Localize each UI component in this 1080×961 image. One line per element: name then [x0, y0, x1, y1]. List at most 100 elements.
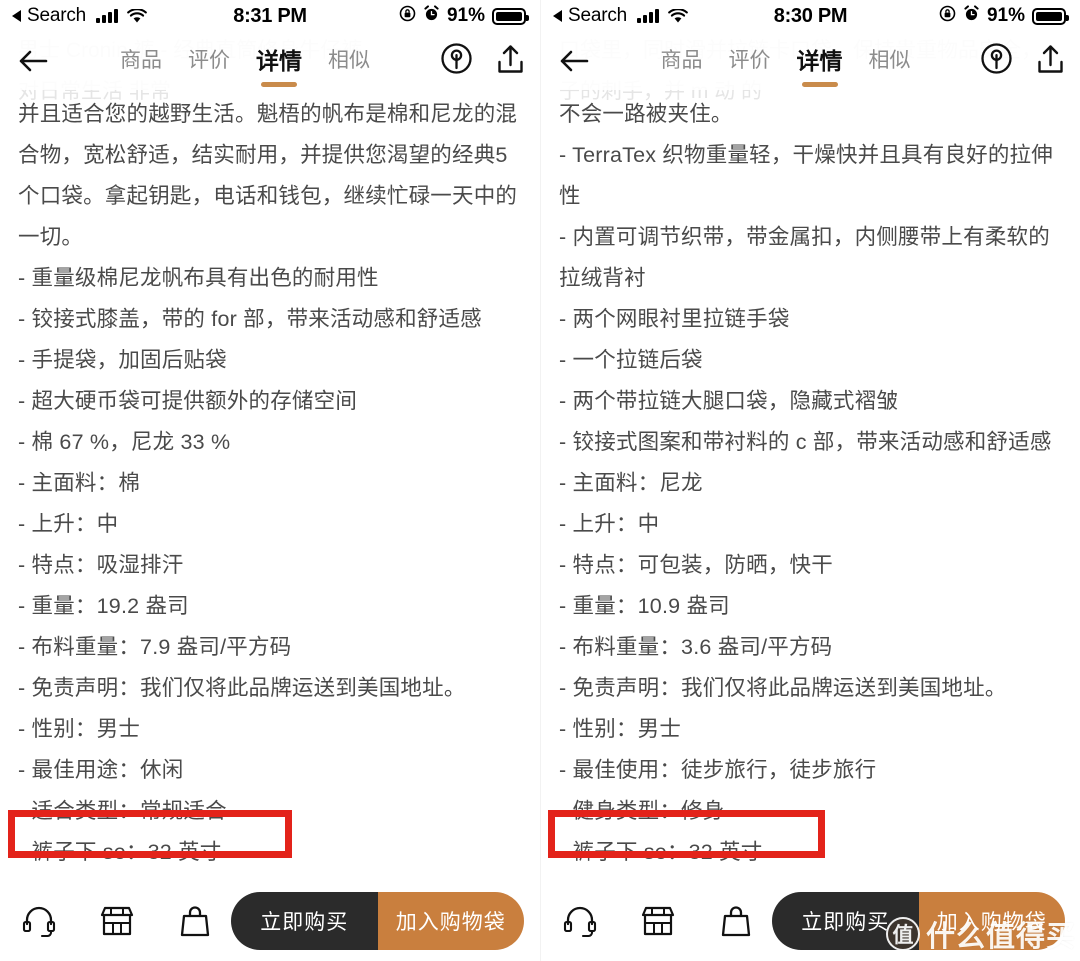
spec-line: - 主面料：棉 [18, 471, 141, 495]
carrier-label: Search [27, 5, 87, 26]
back-arrow-icon [560, 50, 589, 72]
tab-similar[interactable]: 相似 [869, 44, 911, 78]
spec-line: - 棉 67 %，尼龙 33 % [18, 430, 231, 454]
tab-reviews[interactable]: 评价 [729, 44, 771, 78]
description-paragraph: 并且适合您的越野生活。魁梧的帆布是棉和尼龙的混合物，宽松舒适，结实耐用，并提供您… [18, 102, 518, 249]
spec-line: - 主面料：尼龙 [559, 471, 703, 495]
tab-label: 相似 [328, 49, 370, 72]
broadcast-icon[interactable] [440, 42, 473, 80]
status-bar-left: Search [12, 5, 147, 27]
alarm-clock-icon [423, 4, 440, 28]
tab-label: 商品 [120, 49, 162, 72]
tab-details[interactable]: 详情 [796, 42, 843, 87]
tab-bar: 商品 评价 详情 相似 [58, 42, 432, 87]
battery-icon [492, 7, 529, 25]
spec-line: - 上升：中 [559, 512, 660, 536]
status-bar: Search 8:30 PM 91% [541, 0, 1080, 32]
dual-screenshot-container: Search 8:31 PM 91% 商品 评价 详情 相似 对日常生活 非常 … [0, 0, 1080, 961]
broadcast-icon[interactable] [980, 42, 1013, 80]
active-tab-underline [801, 82, 838, 87]
tab-label: 评价 [728, 49, 771, 72]
bottom-action-bar: 立即购买 加入购物袋 [541, 880, 1080, 961]
spec-line: - 裤子下 se：32 英寸 [18, 840, 222, 864]
spec-line: - 两个带拉链大腿口袋，隐藏式褶皱 [559, 389, 899, 413]
tab-reviews[interactable]: 评价 [188, 44, 230, 78]
battery-percent-label: 91% [446, 5, 485, 26]
nav-right-icons [440, 42, 526, 80]
spec-line: - 内置可调节织带，带金属扣，内侧腰带上有柔软的拉绒背衬 [559, 225, 1050, 290]
headset-support-icon[interactable] [561, 902, 599, 940]
rotation-lock-icon [939, 5, 956, 28]
highlighted-spec-fit-type: - 适合类型：常规适合 [18, 799, 227, 823]
bottom-bar-icons [20, 902, 214, 940]
tab-details[interactable]: 详情 [256, 42, 302, 87]
purchase-button-group: 立即购买 加入购物袋 [772, 891, 1065, 950]
spec-line: - 重量：10.9 盎司 [559, 594, 730, 618]
tab-label: 评价 [188, 49, 230, 72]
spec-line: - 上升：中 [18, 512, 119, 536]
spec-line: - 特点：可包装，防晒，快干 [559, 553, 833, 577]
left-phone-screen: Search 8:31 PM 91% 商品 评价 详情 相似 对日常生活 非常 … [0, 0, 540, 961]
spec-line: - 布料重量：3.6 盎司/平方码 [559, 635, 833, 659]
back-triangle-icon [12, 10, 21, 22]
nav-bar: 商品 评价 详情 相似 [0, 32, 540, 90]
cellular-signal-icon [637, 9, 660, 23]
bottom-bar-icons [561, 902, 755, 940]
right-phone-screen: Search 8:30 PM 91% 商品 评价 详情 相似 子的刺手，并 m … [540, 0, 1080, 961]
product-details-content: 不会一路被夹住。 - TerraTex 织物重量轻，干燥快并且具有良好的拉伸性 … [541, 90, 1080, 873]
tab-similar[interactable]: 相似 [328, 44, 370, 78]
status-bar-left: Search [553, 5, 688, 27]
add-to-cart-button[interactable]: 加入购物袋 [377, 891, 524, 950]
spec-line: - 超大硬币袋可提供额外的存储空间 [18, 389, 358, 413]
highlighted-spec-fitness-type: - 健身类型：修身 [559, 799, 725, 823]
tab-bar: 商品 评价 详情 相似 [599, 42, 972, 87]
spec-line: - 特点：吸湿排汗 [18, 553, 184, 577]
spec-line: - 裤子下 se：32 英寸 [559, 840, 763, 864]
rotation-lock-icon [399, 5, 416, 28]
shopping-bag-icon[interactable] [717, 902, 755, 940]
nav-right-icons [980, 42, 1066, 80]
store-icon[interactable] [639, 902, 677, 940]
buy-now-button[interactable]: 立即购买 [231, 891, 378, 950]
spec-line: - 两个网眼衬里拉链手袋 [559, 307, 790, 331]
tab-label: 详情 [796, 48, 843, 74]
back-triangle-icon [553, 10, 562, 22]
spec-line: - 免责声明：我们仅将此品牌运送到美国地址。 [18, 676, 466, 700]
spec-line: - 性别：男士 [18, 717, 141, 741]
back-button[interactable] [18, 49, 58, 73]
purchase-button-group: 立即购买 加入购物袋 [231, 891, 524, 950]
tab-products[interactable]: 商品 [661, 44, 703, 78]
share-icon[interactable] [1035, 43, 1066, 80]
battery-percent-label: 91% [986, 5, 1025, 26]
spec-line: - TerraTex 织物重量轻，干燥快并且具有良好的拉伸性 [559, 143, 1053, 208]
headset-support-icon[interactable] [20, 902, 58, 940]
carrier-label: Search [568, 5, 628, 26]
tab-label: 相似 [868, 49, 911, 72]
spec-line: - 重量级棉尼龙帆布具有出色的耐用性 [18, 266, 379, 290]
spec-line: - 最佳用途：休闲 [18, 758, 184, 782]
description-paragraph: 不会一路被夹住。 [559, 102, 733, 126]
shopping-bag-icon[interactable] [176, 902, 214, 940]
active-tab-underline [261, 82, 297, 87]
battery-icon [1032, 7, 1069, 25]
add-to-cart-button[interactable]: 加入购物袋 [918, 891, 1065, 950]
status-bar-right: 91% [939, 4, 1069, 28]
spec-line: - 手提袋，加固后贴袋 [18, 348, 227, 372]
tab-label: 商品 [660, 49, 703, 72]
cellular-signal-icon [96, 9, 119, 23]
spec-line: - 布料重量：7.9 盎司/平方码 [18, 635, 292, 659]
spec-line: - 一个拉链后袋 [559, 348, 703, 372]
spec-line: - 性别：男士 [559, 717, 682, 741]
back-button[interactable] [559, 49, 599, 73]
share-icon[interactable] [495, 43, 526, 80]
store-icon[interactable] [98, 902, 136, 940]
tab-products[interactable]: 商品 [120, 44, 162, 78]
nav-bar: 商品 评价 详情 相似 [541, 32, 1080, 90]
tab-label: 详情 [256, 48, 302, 74]
spec-line: - 铰接式膝盖，带的 for 部，带来活动感和舒适感 [18, 307, 482, 331]
buy-now-button[interactable]: 立即购买 [772, 891, 919, 950]
product-details-content: 并且适合您的越野生活。魁梧的帆布是棉和尼龙的混合物，宽松舒适，结实耐用，并提供您… [0, 90, 540, 873]
alarm-clock-icon [963, 4, 980, 28]
status-bar-right: 91% [399, 4, 529, 28]
spec-line: - 免责声明：我们仅将此品牌运送到美国地址。 [559, 676, 1007, 700]
